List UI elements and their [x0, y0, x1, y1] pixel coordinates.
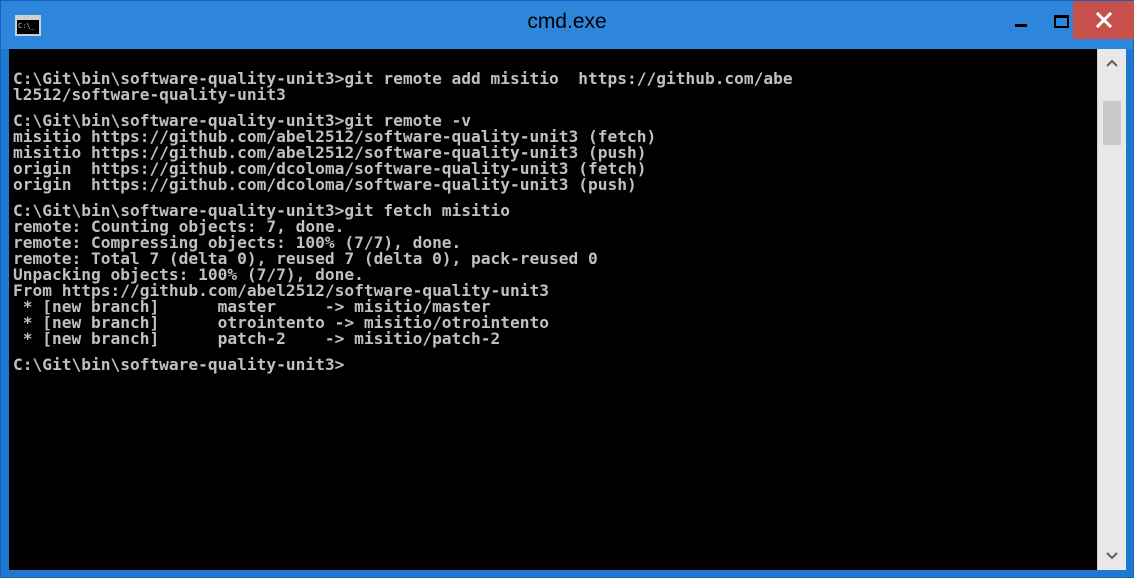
minimize-icon: [1015, 23, 1027, 27]
console-line: origin https://github.com/dcoloma/softwa…: [13, 175, 637, 194]
maximize-icon: [1053, 14, 1069, 28]
close-button[interactable]: [1073, 1, 1134, 39]
close-icon: [1096, 12, 1112, 28]
vertical-scrollbar[interactable]: [1097, 49, 1126, 570]
scroll-down-arrow-icon[interactable]: [1098, 546, 1126, 566]
console-line: C:\Git\bin\software-quality-unit3>: [13, 355, 345, 374]
cmd-window: C:\_ cmd.exe C:\Git\bin\software-quality…: [0, 0, 1134, 578]
cmd-icon[interactable]: C:\_: [15, 15, 41, 36]
console-line: l2512/software-quality-unit3: [13, 85, 286, 104]
title-bar[interactable]: C:\_ cmd.exe: [1, 1, 1134, 49]
minimize-button[interactable]: [1001, 1, 1041, 39]
scroll-thumb[interactable]: [1103, 101, 1121, 145]
console-line: * [new branch] patch-2 -> misitio/patch-…: [13, 329, 501, 348]
scroll-up-arrow-icon[interactable]: [1098, 53, 1126, 73]
window-title: cmd.exe: [527, 10, 607, 33]
console-output[interactable]: C:\Git\bin\software-quality-unit3>git re…: [9, 49, 1097, 570]
